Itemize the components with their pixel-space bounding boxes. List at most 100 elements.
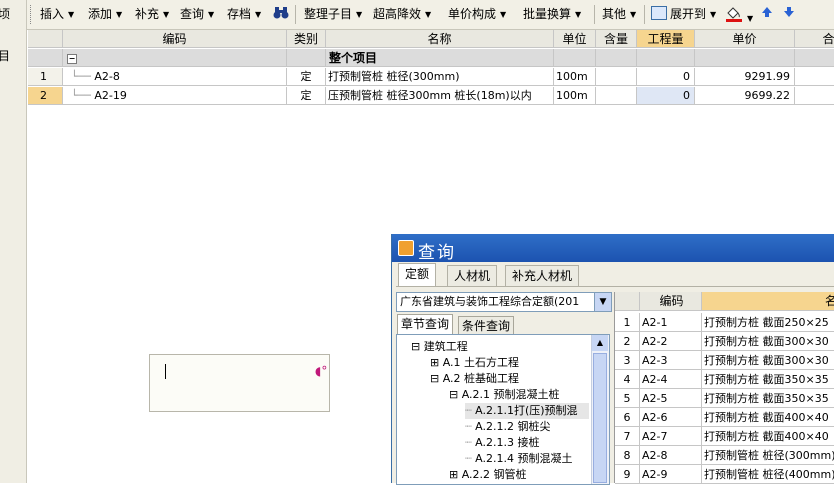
price-cell[interactable]: 9699.22 <box>695 87 795 105</box>
result-row[interactable]: 5 A2-5 打预制方桩 截面350×35 <box>615 389 834 408</box>
quantity-cell[interactable]: 0 <box>637 87 695 105</box>
scrollbar-thumb[interactable] <box>593 353 607 483</box>
unit-price-composition-button[interactable]: 单价构成 ▼ <box>448 6 506 23</box>
column-header[interactable]: 编码 <box>63 30 287 48</box>
type-cell[interactable]: 定 <box>287 68 326 86</box>
query-button[interactable]: 查询 ▼ <box>180 6 214 23</box>
toolbar-grip[interactable] <box>30 5 33 24</box>
price-cell[interactable]: 9291.99 <box>695 68 795 86</box>
content-cell[interactable] <box>596 68 637 86</box>
tree-node[interactable]: ┈ A.2.1.3 接桩 <box>465 435 539 451</box>
collapse-toggle[interactable]: − <box>63 49 287 67</box>
result-row[interactable]: 6 A2-6 打预制方桩 截面400×40 <box>615 408 834 427</box>
library-select[interactable]: 广东省建筑与装饰工程综合定额(201 ▼ <box>396 292 612 312</box>
height-efficiency-button[interactable]: 超高降效 ▼ <box>373 6 431 23</box>
code-cell[interactable]: A2-5 <box>640 389 702 408</box>
name-cell[interactable]: 打预制方桩 截面400×40 <box>702 427 834 446</box>
batch-conversion-button[interactable]: 批量换算 ▼ <box>523 6 581 23</box>
tab-chapter-query[interactable]: 章节查询 <box>397 314 454 335</box>
name-cell[interactable]: 打预制方桩 截面350×35 <box>702 370 834 389</box>
code-cell[interactable]: └── A2-19 <box>63 87 287 105</box>
name-cell[interactable]: 打预制方桩 截面400×40 <box>702 408 834 427</box>
supplement-button[interactable]: 补充 ▼ <box>135 6 169 23</box>
input-box[interactable]: ◖° <box>149 354 330 412</box>
code-cell[interactable]: A2-7 <box>640 427 702 446</box>
expand-toggle-icon[interactable]: ⊞ <box>430 356 439 369</box>
tree-node-selected[interactable]: ┈ A.2.1.1打(压)预制混 <box>465 403 589 419</box>
type-cell[interactable]: 定 <box>287 87 326 105</box>
result-row[interactable]: 1 A2-1 打预制方桩 截面250×25 <box>615 313 834 332</box>
column-header[interactable]: 类别 <box>287 30 326 48</box>
result-row[interactable]: 4 A2-4 打预制方桩 截面350×35 <box>615 370 834 389</box>
paint-bucket-icon[interactable]: ▼ <box>725 6 753 23</box>
binoculars-icon[interactable] <box>273 6 289 23</box>
expand-toggle-icon[interactable]: ⊟ <box>430 372 439 385</box>
tab-quota[interactable]: 定额 <box>398 263 437 287</box>
result-row[interactable]: 3 A2-3 打预制方桩 截面300×30 <box>615 351 834 370</box>
ime-icon[interactable]: ◖° <box>315 364 327 378</box>
add-button[interactable]: 添加 ▼ <box>88 6 122 23</box>
tree-node[interactable]: ⊟ A.2.1 预制混凝土桩 <box>449 387 560 403</box>
tree-node[interactable]: ⊟ A.2 桩基础工程 <box>430 371 519 387</box>
code-cell[interactable]: A2-9 <box>640 465 702 484</box>
archive-button[interactable]: 存档 ▼ <box>227 6 261 23</box>
column-header[interactable]: 单价 <box>695 30 795 48</box>
chevron-down-icon[interactable]: ▼ <box>594 293 611 311</box>
name-cell[interactable]: 打预制方桩 截面300×30 <box>702 351 834 370</box>
arrow-up-icon[interactable] <box>761 6 773 23</box>
column-header[interactable]: 单位 <box>554 30 596 48</box>
tree-node[interactable]: ┈ A.2.1.4 预制混凝土 <box>465 451 572 467</box>
result-row[interactable]: 7 A2-7 打预制方桩 截面400×40 <box>615 427 834 446</box>
tree-node[interactable]: ⊞ A.1 土石方工程 <box>430 355 519 371</box>
column-header[interactable]: 名称 <box>326 30 554 48</box>
tab-supplementary-materials[interactable]: 补充人材机 <box>505 265 580 286</box>
expand-toggle-icon[interactable]: ⊞ <box>449 468 458 481</box>
column-header[interactable]: 工程量 <box>637 30 695 48</box>
group-row[interactable]: − 整个项目 0 <box>28 49 834 68</box>
code-cell[interactable]: A2-8 <box>640 446 702 465</box>
other-button[interactable]: 其他 ▼ <box>602 6 636 23</box>
query-window-titlebar[interactable]: 查询 <box>392 234 834 263</box>
expand-toggle-icon[interactable]: ⊟ <box>449 388 458 401</box>
organize-items-button[interactable]: 整理子目 ▼ <box>304 6 362 23</box>
unit-cell[interactable]: 100m <box>554 87 596 105</box>
tree-node[interactable]: ⊟ 建筑工程 <box>411 339 468 355</box>
table-row[interactable]: 1 └── A2-8 定 打预制管桩 桩径(300mm) 100m 0 9291… <box>28 68 834 87</box>
result-row[interactable]: 2 A2-2 打预制方桩 截面300×30 <box>615 332 834 351</box>
column-header[interactable]: 含量 <box>596 30 637 48</box>
total-cell[interactable]: 0 <box>795 87 834 105</box>
name-cell[interactable]: 打预制方桩 截面300×30 <box>702 332 834 351</box>
name-cell[interactable]: 打预制管桩 桩径(300mm) <box>702 446 834 465</box>
name-cell[interactable]: 打预制管桩 桩径(400mm) <box>702 465 834 484</box>
quantity-cell[interactable]: 0 <box>637 68 695 86</box>
tab-materials[interactable]: 人材机 <box>447 265 498 286</box>
unit-cell[interactable]: 100m <box>554 68 596 86</box>
code-cell[interactable]: A2-2 <box>640 332 702 351</box>
code-cell[interactable]: A2-4 <box>640 370 702 389</box>
name-cell[interactable]: 打预制管桩 桩径(300mm) <box>326 68 554 86</box>
row-index[interactable]: 2 <box>28 87 63 105</box>
name-cell[interactable]: 压预制管桩 桩径300mm 桩长(18m)以内 <box>326 87 554 105</box>
insert-button[interactable]: 插入 ▼ <box>40 6 74 23</box>
tree-scrollbar[interactable]: ▲ <box>591 335 609 484</box>
name-cell[interactable]: 打预制方桩 截面250×25 <box>702 313 834 332</box>
column-header[interactable]: 名 <box>702 292 834 311</box>
column-header[interactable]: 合价 <box>795 30 834 48</box>
arrow-down-icon[interactable] <box>783 6 795 23</box>
code-cell[interactable]: A2-1 <box>640 313 702 332</box>
collapse-icon[interactable]: − <box>67 54 77 64</box>
result-row[interactable]: 8 A2-8 打预制管桩 桩径(300mm) <box>615 446 834 465</box>
scroll-up-icon[interactable]: ▲ <box>592 335 608 351</box>
tab-condition-query[interactable]: 条件查询 <box>458 316 515 335</box>
code-cell[interactable]: └── A2-8 <box>63 68 287 86</box>
expand-to-button[interactable]: 展开到 ▼ <box>651 6 716 23</box>
expand-toggle-icon[interactable]: ⊟ <box>411 340 420 353</box>
name-cell[interactable]: 打预制方桩 截面350×35 <box>702 389 834 408</box>
content-cell[interactable] <box>596 87 637 105</box>
code-cell[interactable]: A2-6 <box>640 408 702 427</box>
column-header[interactable] <box>28 30 63 48</box>
code-cell[interactable]: A2-3 <box>640 351 702 370</box>
tree-node[interactable]: ┈ A.2.1.2 钢桩尖 <box>465 419 550 435</box>
table-row[interactable]: 2 └── A2-19 定 压预制管桩 桩径300mm 桩长(18m)以内 10… <box>28 87 834 106</box>
column-header[interactable]: 编码 <box>640 292 702 311</box>
